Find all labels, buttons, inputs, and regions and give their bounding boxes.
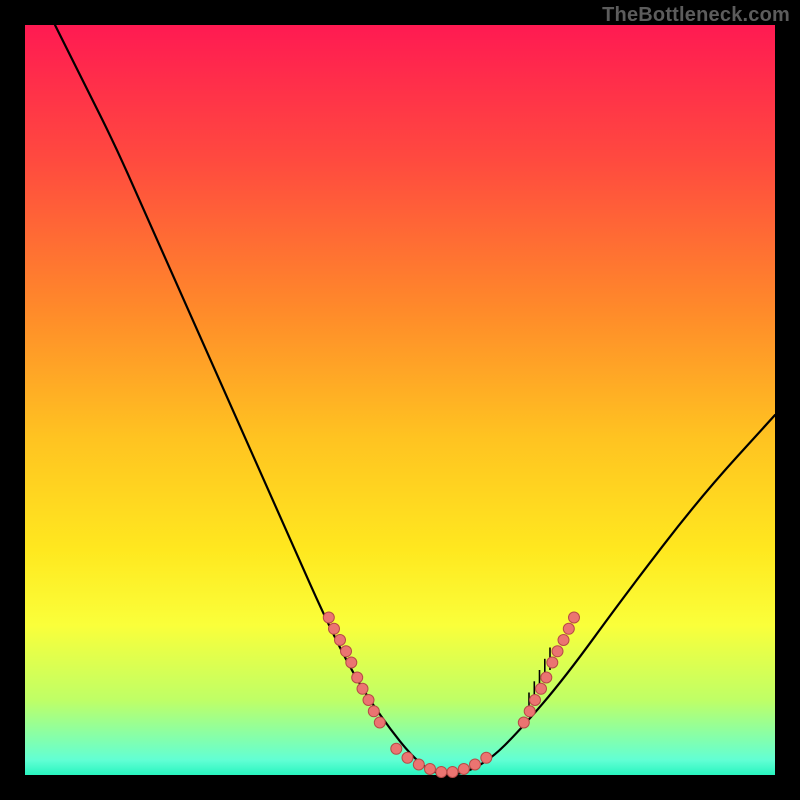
data-point-dot [374, 717, 385, 728]
chart-svg-layer [25, 25, 775, 775]
data-point-dot [335, 635, 346, 646]
data-point-dot [346, 657, 357, 668]
data-point-dot [558, 635, 569, 646]
data-point-dot [536, 683, 547, 694]
bottleneck-curve [55, 25, 775, 775]
data-point-dot [357, 683, 368, 694]
data-point-dot [524, 706, 535, 717]
chart-plot-area [25, 25, 775, 775]
data-point-dot [402, 752, 413, 763]
data-point-dot [341, 646, 352, 657]
data-point-dot [425, 764, 436, 775]
watermark-text: TheBottleneck.com [602, 4, 790, 27]
data-point-dot [481, 752, 492, 763]
data-point-dot [363, 695, 374, 706]
data-point-dot [530, 695, 541, 706]
highlighted-data-points [323, 612, 579, 778]
data-point-dot [541, 672, 552, 683]
data-point-dot [569, 612, 580, 623]
data-point-dot [470, 759, 481, 770]
data-point-dot [391, 743, 402, 754]
data-point-dot [563, 623, 574, 634]
data-point-dot [329, 623, 340, 634]
data-point-dot [436, 767, 447, 778]
data-point-dot [518, 717, 529, 728]
data-point-dot [458, 764, 469, 775]
data-point-dot [547, 657, 558, 668]
data-point-dot [352, 672, 363, 683]
data-point-dot [413, 759, 424, 770]
data-point-dot [323, 612, 334, 623]
data-point-dot [447, 767, 458, 778]
data-point-dot [368, 706, 379, 717]
data-point-dot [552, 646, 563, 657]
